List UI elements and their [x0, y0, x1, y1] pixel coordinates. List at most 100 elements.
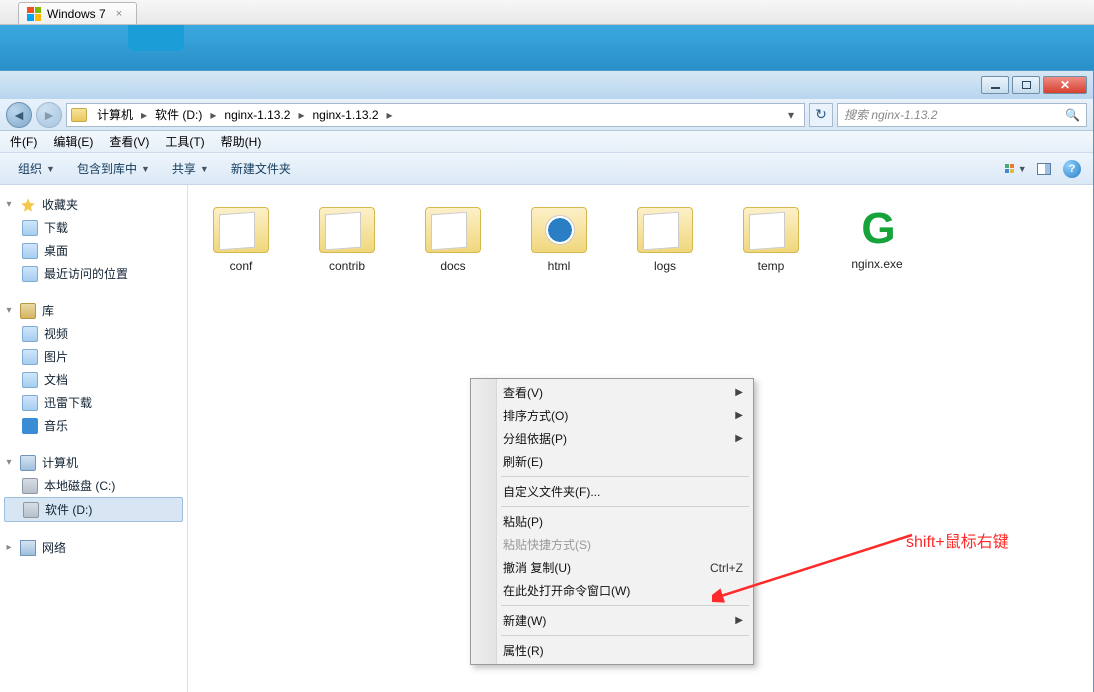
tab-close-icon[interactable]: ×	[116, 8, 122, 20]
cm-customize[interactable]: 自定义文件夹(F)...	[473, 480, 751, 503]
cm-group[interactable]: 分组依据(P)▶	[473, 427, 751, 450]
cm-sort[interactable]: 排序方式(O)▶	[473, 404, 751, 427]
breadcrumb-dropdown-icon[interactable]: ▾	[782, 108, 800, 122]
file-grid: conf contrib docs html logs temp Gnginx.…	[188, 185, 1093, 295]
document-icon	[22, 372, 38, 388]
menu-file[interactable]: 件(F)	[2, 131, 45, 152]
tool-new-folder[interactable]: 新建文件夹	[221, 156, 301, 181]
download-icon	[22, 220, 38, 236]
menu-bar: 件(F) 编辑(E) 查看(V) 工具(T) 帮助(H)	[0, 131, 1093, 153]
sidebar-item-recent[interactable]: 最近访问的位置	[0, 262, 187, 285]
cm-view[interactable]: 查看(V)▶	[473, 381, 751, 404]
library-icon	[20, 303, 36, 319]
address-row: ◄ ► 计算机▸ 软件 (D:)▸ nginx-1.13.2▸ nginx-1.…	[0, 99, 1093, 131]
sidebar-item-thunder[interactable]: 迅雷下载	[0, 391, 187, 414]
folder-icon	[637, 207, 693, 253]
breadcrumb-seg-3[interactable]: nginx-1.13.2	[308, 108, 382, 122]
file-nginx-exe[interactable]: Gnginx.exe	[834, 207, 920, 273]
refresh-button[interactable]: ↻	[809, 103, 833, 127]
maximize-button[interactable]	[1012, 76, 1040, 94]
tool-share[interactable]: 共享▼	[162, 156, 219, 181]
sidebar-group-computer[interactable]: ▾计算机	[0, 451, 187, 474]
chevron-down-icon: ▼	[200, 164, 209, 174]
menu-edit[interactable]: 编辑(E)	[45, 131, 101, 152]
nginx-exe-icon: G	[853, 207, 901, 251]
menu-help[interactable]: 帮助(H)	[213, 131, 270, 152]
toolbar: 组织▼ 包含到库中▼ 共享▼ 新建文件夹 ▼ ?	[0, 153, 1093, 185]
expand-icon: ▾	[4, 199, 14, 210]
sidebar-item-drive-c[interactable]: 本地磁盘 (C:)	[0, 474, 187, 497]
expand-icon: ▾	[4, 457, 14, 468]
folder-html-icon	[531, 207, 587, 253]
folder-contrib[interactable]: contrib	[304, 207, 390, 273]
help-button[interactable]: ?	[1059, 158, 1085, 180]
minimize-button[interactable]	[981, 76, 1009, 94]
windows-logo-icon	[27, 7, 41, 21]
help-icon: ?	[1063, 160, 1081, 178]
folder-icon	[71, 108, 87, 122]
menu-tools[interactable]: 工具(T)	[157, 131, 212, 152]
preview-pane-button[interactable]	[1031, 158, 1057, 180]
star-icon	[20, 197, 36, 213]
chevron-right-icon[interactable]: ▸	[139, 108, 149, 122]
desktop-icon	[22, 243, 38, 259]
sidebar: ▾收藏夹 下载 桌面 最近访问的位置 ▾库 视频 图片 文档 迅雷下载 音乐 ▾…	[0, 185, 188, 692]
view-options-button[interactable]: ▼	[1003, 158, 1029, 180]
vm-tab-bar: Windows 7 ×	[0, 0, 1094, 25]
chevron-down-icon: ▼	[46, 164, 55, 174]
cm-shortcut: Ctrl+Z	[710, 561, 743, 575]
breadcrumb-seg-1[interactable]: 软件 (D:)	[151, 106, 206, 123]
sidebar-group-libraries[interactable]: ▾库	[0, 299, 187, 322]
submenu-arrow-icon: ▶	[735, 387, 743, 398]
cm-undo-copy[interactable]: 撤消 复制(U)Ctrl+Z	[473, 556, 751, 579]
search-input[interactable]: 搜索 nginx-1.13.2 🔍	[837, 103, 1087, 127]
nav-back-button[interactable]: ◄	[6, 102, 32, 128]
computer-icon	[20, 455, 36, 471]
vm-tab-label: Windows 7	[47, 7, 106, 21]
chevron-right-icon[interactable]: ▸	[385, 108, 395, 122]
sidebar-item-pictures[interactable]: 图片	[0, 345, 187, 368]
search-icon[interactable]: 🔍	[1065, 108, 1080, 122]
tool-organize[interactable]: 组织▼	[8, 156, 65, 181]
sidebar-item-music[interactable]: 音乐	[0, 414, 187, 437]
expand-icon: ▾	[4, 305, 14, 316]
cm-paste[interactable]: 粘贴(P)	[473, 510, 751, 533]
folder-temp[interactable]: temp	[728, 207, 814, 273]
nav-forward-button[interactable]: ►	[36, 102, 62, 128]
cm-new[interactable]: 新建(W)▶	[473, 609, 751, 632]
chevron-right-icon[interactable]: ▸	[208, 108, 218, 122]
menu-view[interactable]: 查看(V)	[101, 131, 157, 152]
folder-logs[interactable]: logs	[622, 207, 708, 273]
vm-tab-win7[interactable]: Windows 7 ×	[18, 2, 137, 24]
folder-conf[interactable]: conf	[198, 207, 284, 273]
folder-docs[interactable]: docs	[410, 207, 496, 273]
window-close-button[interactable]: ✕	[1043, 76, 1087, 94]
window-titlebar[interactable]: ✕	[0, 71, 1093, 99]
submenu-arrow-icon: ▶	[735, 433, 743, 444]
cm-properties[interactable]: 属性(R)	[473, 639, 751, 662]
breadcrumb-seg-2[interactable]: nginx-1.13.2	[220, 108, 294, 122]
folder-icon	[213, 207, 269, 253]
breadcrumb-seg-0[interactable]: 计算机	[93, 106, 137, 123]
vm-background-strip	[0, 25, 1094, 70]
sidebar-item-downloads[interactable]: 下载	[0, 216, 187, 239]
breadcrumb[interactable]: 计算机▸ 软件 (D:)▸ nginx-1.13.2▸ nginx-1.13.2…	[66, 103, 805, 127]
cm-refresh[interactable]: 刷新(E)	[473, 450, 751, 473]
pane-icon	[1037, 163, 1051, 175]
chevron-right-icon[interactable]: ▸	[296, 108, 306, 122]
chevron-down-icon: ▼	[141, 164, 150, 174]
annotation-text: shift+鼠标右键	[906, 528, 1009, 552]
folder-html[interactable]: html	[516, 207, 602, 273]
sidebar-group-network[interactable]: ▸网络	[0, 536, 187, 559]
chevron-down-icon: ▼	[1018, 164, 1027, 174]
sidebar-item-desktop[interactable]: 桌面	[0, 239, 187, 262]
sidebar-item-drive-d[interactable]: 软件 (D:)	[4, 497, 183, 522]
picture-icon	[22, 349, 38, 365]
sidebar-item-videos[interactable]: 视频	[0, 322, 187, 345]
submenu-arrow-icon: ▶	[735, 615, 743, 626]
sidebar-item-documents[interactable]: 文档	[0, 368, 187, 391]
cm-open-cmd-here[interactable]: 在此处打开命令窗口(W)	[473, 579, 751, 602]
tool-include-in-library[interactable]: 包含到库中▼	[67, 156, 160, 181]
network-icon	[20, 540, 36, 556]
sidebar-group-favorites[interactable]: ▾收藏夹	[0, 193, 187, 216]
